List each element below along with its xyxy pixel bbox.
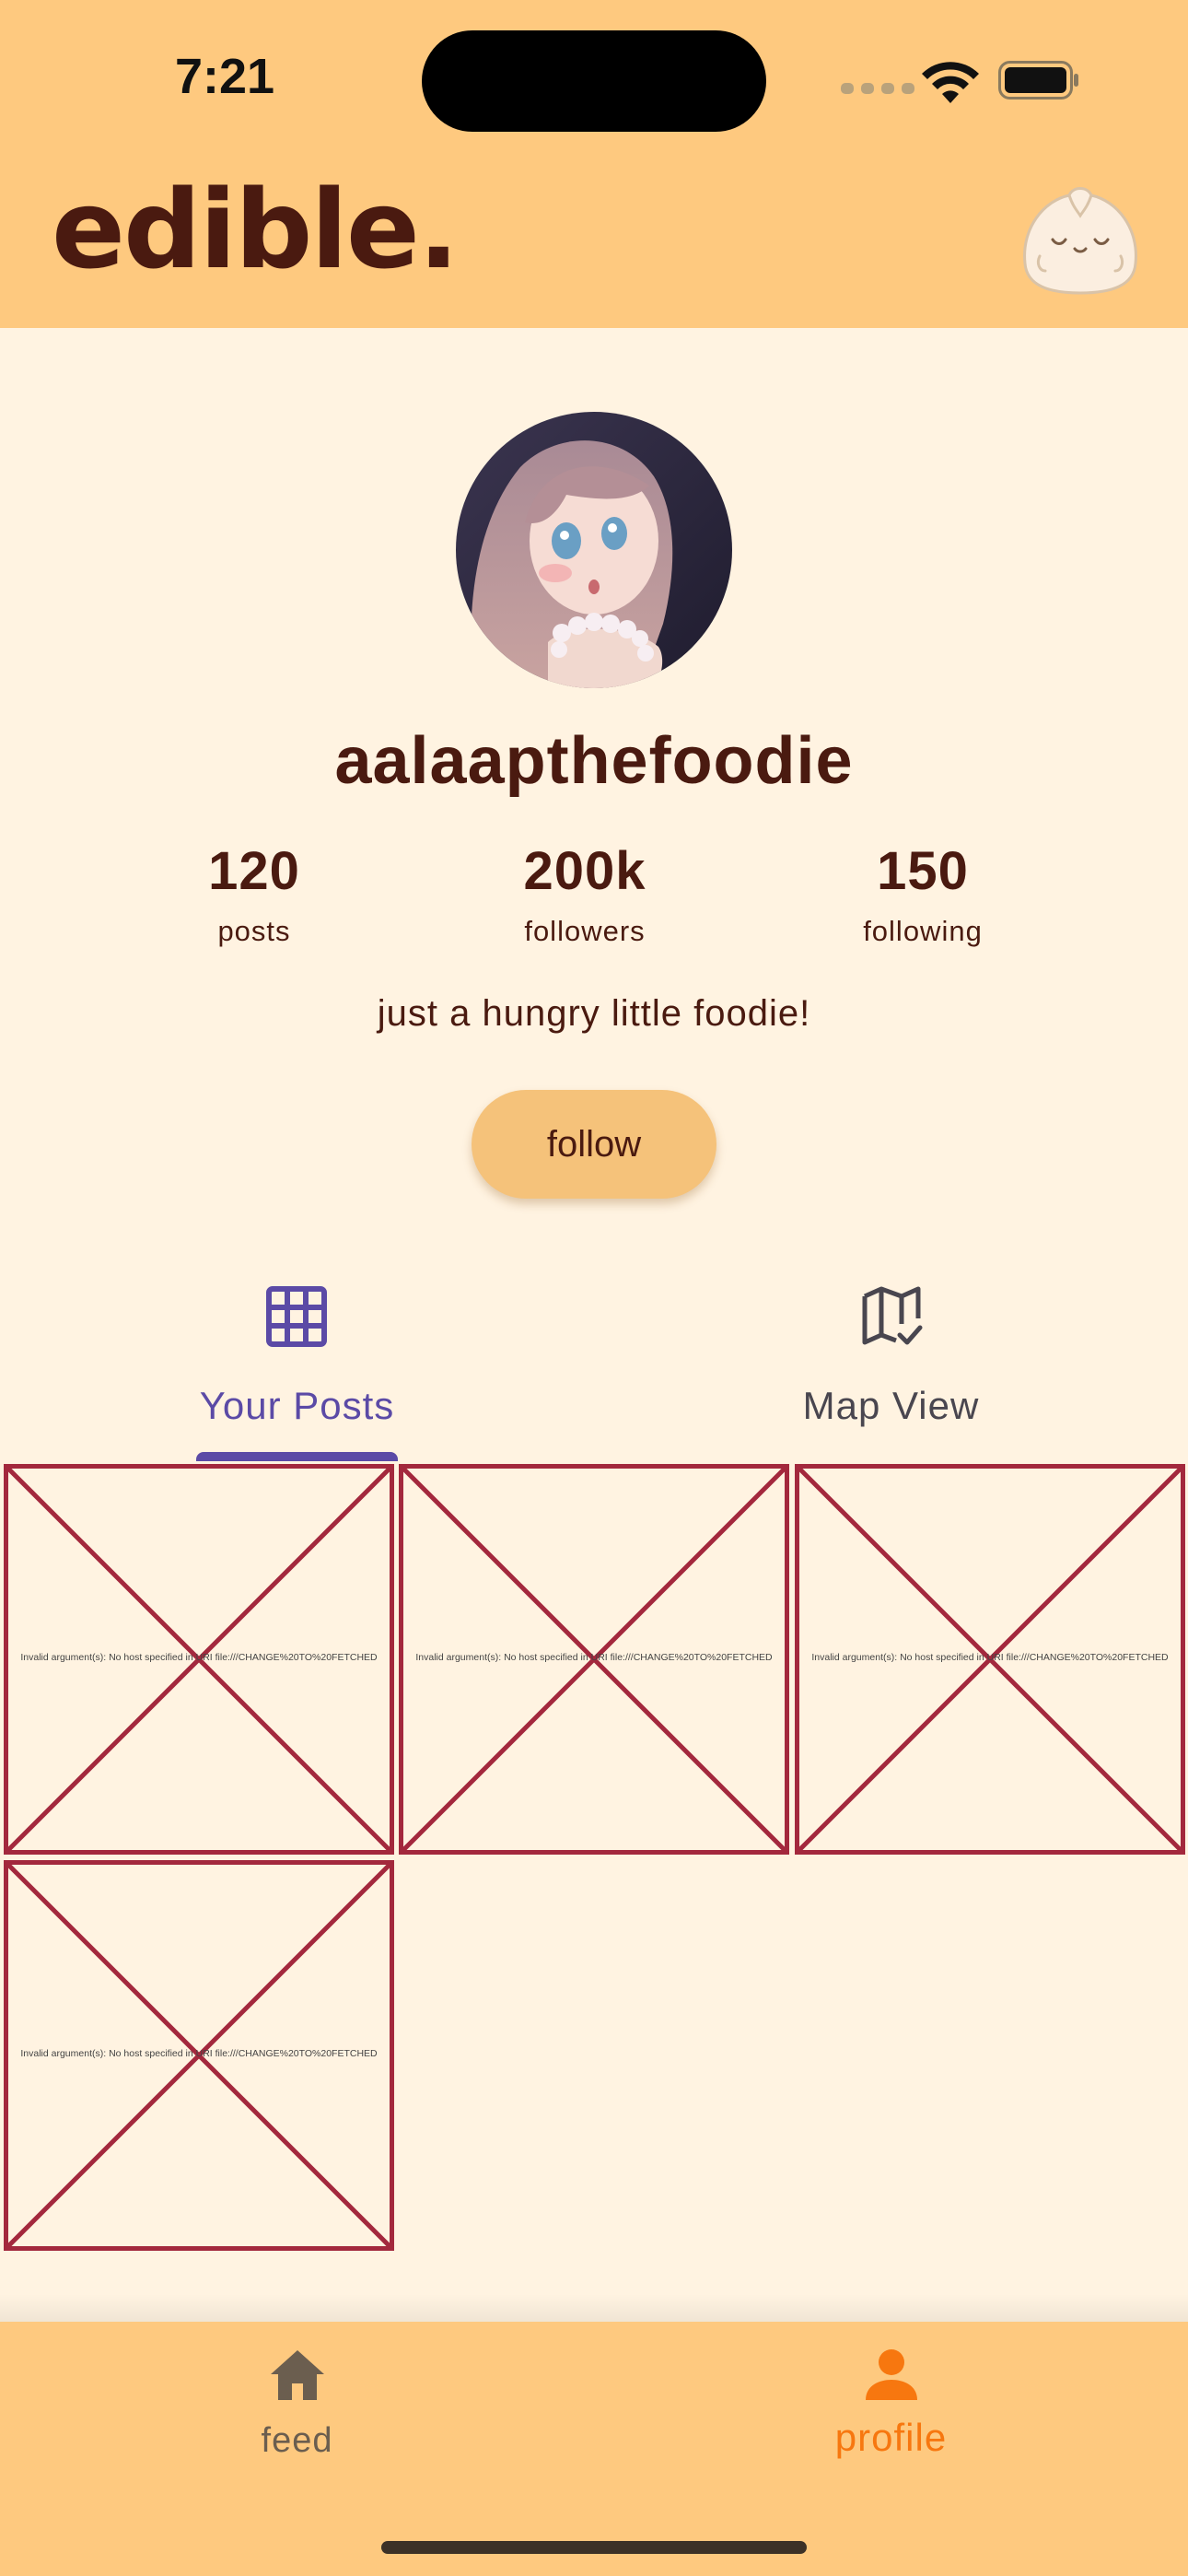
cellular-signal-icon bbox=[841, 81, 916, 94]
wifi-icon bbox=[922, 62, 979, 103]
stat-posts-label: posts bbox=[217, 915, 291, 947]
image-error-text: Invalid argument(s): No host specified i… bbox=[811, 1652, 1169, 1663]
tab-map-view[interactable]: Map View bbox=[594, 1271, 1188, 1456]
app-logo: edible. bbox=[52, 166, 460, 293]
profile-avatar[interactable] bbox=[456, 412, 732, 688]
home-icon bbox=[271, 2350, 324, 2400]
image-error-text: Invalid argument(s): No host specified i… bbox=[20, 1652, 378, 1663]
stat-following[interactable]: 150 following bbox=[785, 840, 1061, 948]
app-header: 7:21 edible. bbox=[0, 0, 1188, 328]
stat-posts-value: 120 bbox=[208, 841, 300, 901]
bottom-nav-shadow bbox=[0, 2294, 1188, 2322]
nav-item-feed-label: feed bbox=[261, 2421, 333, 2460]
nav-item-feed[interactable]: feed bbox=[0, 2322, 594, 2506]
tab-your-posts[interactable]: Your Posts bbox=[0, 1271, 594, 1456]
bao-mascot-icon[interactable] bbox=[1016, 182, 1145, 297]
post-thumbnail[interactable]: Invalid argument(s): No host specified i… bbox=[795, 1464, 1185, 1855]
post-thumbnail[interactable]: Invalid argument(s): No host specified i… bbox=[4, 1860, 394, 2251]
stat-following-value: 150 bbox=[877, 841, 969, 901]
map-check-icon bbox=[862, 1286, 923, 1345]
stat-posts[interactable]: 120 posts bbox=[116, 840, 392, 948]
avatar-image bbox=[456, 412, 732, 688]
person-icon bbox=[866, 2349, 917, 2400]
dynamic-island bbox=[422, 30, 766, 132]
post-thumbnail[interactable]: Invalid argument(s): No host specified i… bbox=[4, 1464, 394, 1855]
status-time: 7:21 bbox=[175, 49, 275, 104]
home-indicator[interactable] bbox=[381, 2541, 807, 2554]
tab-map-view-label: Map View bbox=[802, 1384, 980, 1427]
battery-icon bbox=[998, 61, 1078, 100]
image-error-text: Invalid argument(s): No host specified i… bbox=[20, 2048, 378, 2059]
image-error-text: Invalid argument(s): No host specified i… bbox=[415, 1652, 773, 1663]
tab-your-posts-label: Your Posts bbox=[199, 1384, 395, 1427]
bottom-navigation: feed profile bbox=[0, 2322, 1188, 2576]
stat-following-label: following bbox=[863, 915, 983, 947]
profile-bio: just a hungry little foodie! bbox=[377, 993, 811, 1034]
profile-username: aalaapthefoodie bbox=[334, 724, 854, 798]
stat-followers-value: 200k bbox=[523, 841, 646, 901]
nav-item-profile[interactable]: profile bbox=[594, 2322, 1188, 2506]
grid-icon bbox=[266, 1286, 327, 1347]
post-thumbnail[interactable]: Invalid argument(s): No host specified i… bbox=[399, 1464, 789, 1855]
stat-followers[interactable]: 200k followers bbox=[447, 840, 723, 948]
follow-button[interactable]: follow bbox=[472, 1090, 716, 1199]
stat-followers-label: followers bbox=[524, 915, 646, 947]
nav-item-profile-label: profile bbox=[834, 2416, 948, 2459]
tab-indicator bbox=[196, 1452, 398, 1461]
